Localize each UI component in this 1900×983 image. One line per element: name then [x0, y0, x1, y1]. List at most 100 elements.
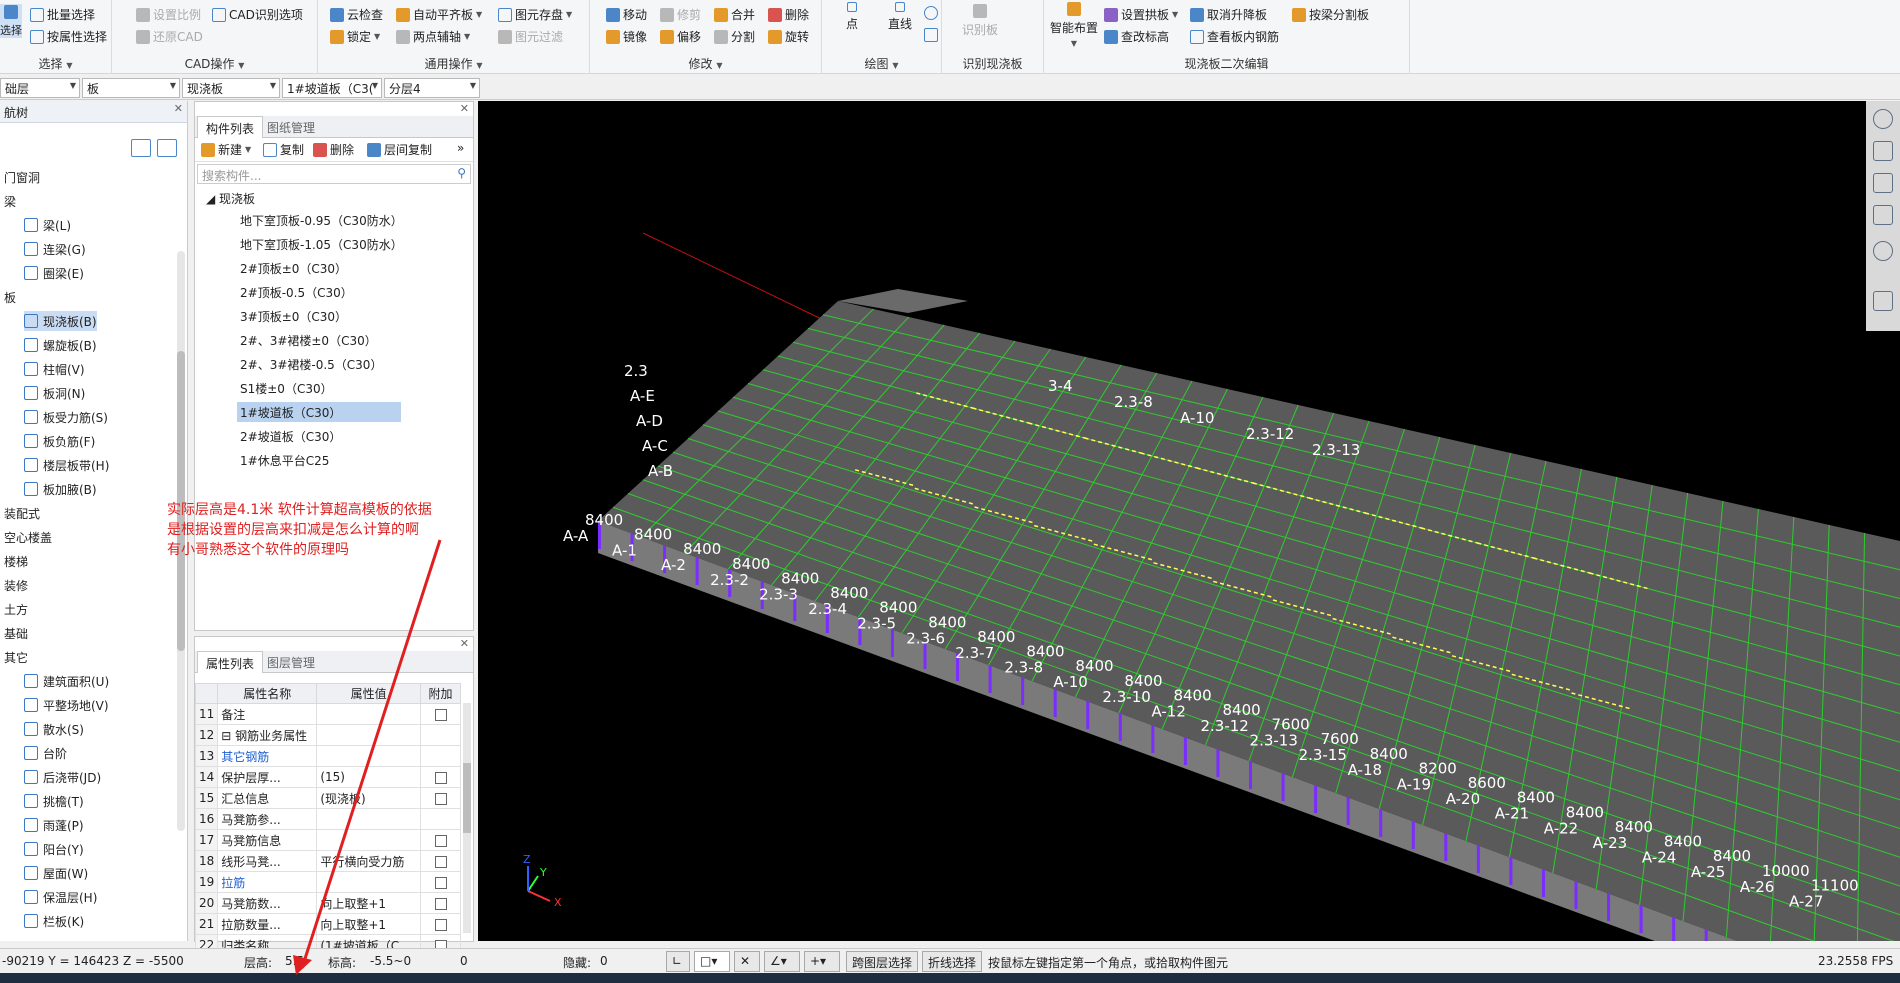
- component-item[interactable]: 地下室顶板-1.05（C30防水）: [237, 234, 406, 254]
- property-value[interactable]: [316, 808, 421, 830]
- edit-elevation-button[interactable]: 查改标高: [1104, 28, 1169, 45]
- element-filter-button[interactable]: 图元过滤: [498, 28, 563, 45]
- property-value[interactable]: [316, 745, 421, 767]
- navtree-item[interactable]: 柱帽(V): [24, 359, 85, 379]
- scroll-thumb[interactable]: [463, 763, 471, 833]
- save-element-button[interactable]: 图元存盘 ▼: [498, 6, 572, 23]
- navtree-item[interactable]: 保温层(H): [24, 887, 97, 907]
- property-value[interactable]: [316, 724, 421, 746]
- navtree-item[interactable]: 门窗洞: [4, 167, 40, 187]
- navtree-item[interactable]: 阳台(Y): [24, 839, 84, 859]
- tree-root-cast-slab[interactable]: ◢ 现浇板: [203, 188, 258, 208]
- floor-select[interactable]: 础层 ▼: [0, 78, 80, 98]
- merge-button[interactable]: 合并: [714, 6, 755, 23]
- property-row[interactable]: 15 汇总信息 (现浇板): [194, 787, 461, 809]
- cad-options-button[interactable]: CAD识别选项: [212, 6, 303, 23]
- tab-component-list[interactable]: 构件列表: [197, 116, 264, 138]
- point-button[interactable]: 点: [846, 2, 858, 32]
- type-select[interactable]: 板 ▼: [82, 78, 180, 98]
- navtree-item[interactable]: 螺旋板(B): [24, 335, 97, 355]
- component-item[interactable]: 1#坡道板（C30）: [237, 402, 401, 422]
- property-row[interactable]: 16 马凳筋参...: [194, 808, 461, 830]
- property-row[interactable]: 11 备注: [194, 703, 461, 725]
- 3d-viewport[interactable]: A-A 8400 A-1 8400 A-2 8400 2.3-2 8400 2.3-3 8400 2…: [478, 101, 1900, 941]
- component-item[interactable]: 3#顶板±0（C30）: [237, 306, 350, 326]
- cube-view-icon[interactable]: [1873, 205, 1893, 225]
- checkbox[interactable]: [434, 855, 447, 868]
- property-row[interactable]: 21 拉筋数量... 向上取整+1: [194, 913, 461, 935]
- 2d-view-icon[interactable]: [1873, 141, 1893, 161]
- rotate-button[interactable]: 旋转: [768, 28, 809, 45]
- navtree-item[interactable]: 基础: [4, 623, 28, 643]
- navtree-item[interactable]: 雨蓬(P): [24, 815, 84, 835]
- property-value[interactable]: (15): [316, 766, 421, 788]
- component-item[interactable]: 2#、3#裙楼±0（C30）: [237, 330, 380, 350]
- navtree-item[interactable]: 板加腋(B): [24, 479, 97, 499]
- navtree-item[interactable]: 现浇板(B): [24, 311, 97, 331]
- angle-button[interactable]: ∠▾: [764, 951, 800, 972]
- navtree-item[interactable]: 装配式: [4, 503, 40, 523]
- cross-button[interactable]: ✕: [734, 951, 760, 972]
- subtype-select[interactable]: 现浇板 ▼: [182, 78, 280, 98]
- property-row[interactable]: 17 马凳筋信息: [194, 829, 461, 851]
- cancel-raise-button[interactable]: 取消升降板: [1190, 6, 1267, 23]
- grid-view-icon[interactable]: [157, 139, 177, 157]
- copy-button[interactable]: 复制: [263, 141, 304, 158]
- checkbox[interactable]: [434, 918, 447, 931]
- navtree-item[interactable]: 梁: [4, 191, 16, 211]
- split-by-beam-button[interactable]: 按梁分割板: [1292, 6, 1369, 23]
- cross-layer-select-button[interactable]: 跨图层选择: [846, 951, 919, 972]
- polyline-select-button[interactable]: 折线选择: [922, 951, 983, 972]
- property-row[interactable]: 18 线形马凳... 平行横向受力筋: [194, 850, 461, 872]
- property-row[interactable]: 12 ⊟ 钢筋业务属性: [194, 724, 461, 746]
- property-value[interactable]: (现浇板): [316, 787, 421, 809]
- navtree-item[interactable]: 建筑面积(U): [24, 671, 109, 691]
- navtree-item[interactable]: 土方: [4, 599, 28, 619]
- navtree-item[interactable]: 板: [4, 287, 16, 307]
- component-item[interactable]: S1楼±0（C30）: [237, 378, 336, 398]
- property-row[interactable]: 14 保护层厚... (15): [194, 766, 461, 788]
- ortho-button[interactable]: ∟: [666, 951, 690, 972]
- restore-cad-button[interactable]: 还原CAD: [136, 28, 203, 45]
- close-icon[interactable]: ✕: [460, 102, 469, 115]
- trim-button[interactable]: 修剪: [660, 6, 701, 23]
- property-row[interactable]: 20 马凳筋数... 向上取整+1: [194, 892, 461, 914]
- component-item[interactable]: 2#、3#裙楼-0.5（C30）: [237, 354, 385, 374]
- checkbox[interactable]: [434, 771, 447, 784]
- property-value[interactable]: 平行横向受力筋: [316, 850, 421, 872]
- navtree-item[interactable]: 楼梯: [4, 551, 28, 571]
- navtree-item[interactable]: 栏板(K): [24, 911, 84, 931]
- proplist-scrollbar[interactable]: [463, 703, 471, 933]
- layer-select[interactable]: 分层4 ▼: [384, 78, 480, 98]
- navtree-item[interactable]: 板受力筋(S): [24, 407, 108, 427]
- property-value[interactable]: [316, 829, 421, 851]
- navtree-item[interactable]: 圈梁(E): [24, 263, 84, 283]
- navtree-item[interactable]: 挑檐(T): [24, 791, 84, 811]
- lock-button[interactable]: 锁定 ▼: [330, 28, 380, 45]
- navtree-item[interactable]: 连梁(G): [24, 239, 86, 259]
- component-search-input[interactable]: 搜索构件... ⚲: [197, 164, 471, 184]
- navtree-item[interactable]: 装修: [4, 575, 28, 595]
- property-value[interactable]: [316, 703, 421, 725]
- new-button[interactable]: 新建 ▼: [201, 141, 251, 158]
- navtree-item[interactable]: 屋面(W): [24, 863, 88, 883]
- navtree-item[interactable]: 板负筋(F): [24, 431, 95, 451]
- auto-align-button[interactable]: 自动平齐板 ▼: [396, 6, 482, 23]
- snap-button[interactable]: □▾: [694, 951, 730, 972]
- navtree-item[interactable]: 楼层板带(H): [24, 455, 109, 475]
- smart-layout-button[interactable]: 智能布置 ▼: [1050, 2, 1098, 48]
- property-value[interactable]: 向上取整+1: [316, 892, 421, 914]
- component-item[interactable]: 地下室顶板-0.95（C30防水）: [237, 210, 406, 230]
- tab-layer-manage[interactable]: 图层管理: [259, 651, 323, 673]
- tab-property-list[interactable]: 属性列表: [197, 651, 264, 673]
- select-button[interactable]: 选择: [0, 4, 22, 38]
- checkbox[interactable]: [434, 792, 447, 805]
- orbit-icon[interactable]: [1873, 109, 1893, 129]
- list-view-icon[interactable]: [131, 139, 151, 157]
- delete-button[interactable]: 删除: [768, 6, 809, 23]
- navtree-item[interactable]: 梁(L): [24, 215, 71, 235]
- offset-button[interactable]: 偏移: [660, 28, 701, 45]
- close-icon[interactable]: ✕: [174, 102, 183, 115]
- delete-component-button[interactable]: 删除: [313, 141, 354, 158]
- 3d-model-scene[interactable]: A-A8400A-18400A-284002.3-284002.3-384002…: [478, 101, 1900, 941]
